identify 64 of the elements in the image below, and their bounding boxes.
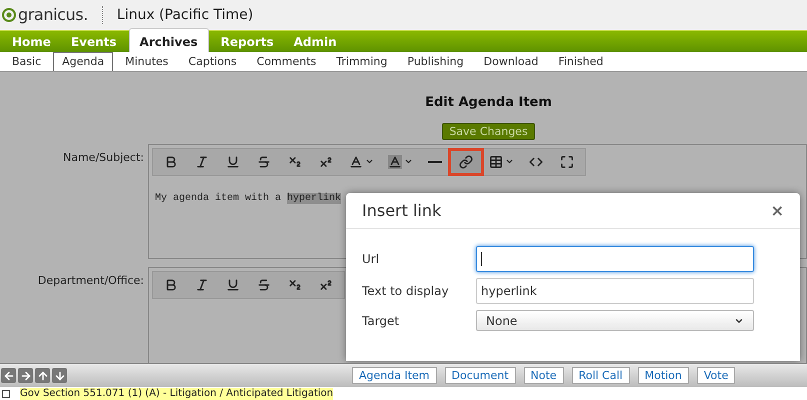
text-input[interactable]: [476, 246, 754, 272]
sub-nav-tab[interactable]: Download: [476, 54, 546, 71]
table-icon: [488, 154, 502, 168]
sub-nav-tab[interactable]: Trimming: [328, 54, 396, 71]
insert-item-button[interactable]: Vote: [696, 367, 736, 384]
code-icon: [529, 154, 543, 168]
insert-item-button[interactable]: Agenda Item: [352, 367, 437, 384]
up-arrow-icon: [36, 370, 48, 382]
agenda-entry-text: Gov Section 551.071 (1) (A) - Litigation / Anticipated Litigation: [20, 388, 334, 400]
down-arrow-icon: [54, 370, 66, 382]
toolbar-button[interactable]: [451, 150, 481, 172]
insert-item-button[interactable]: Motion: [638, 367, 689, 384]
superscript-icon: [319, 278, 333, 292]
sub-nav-tab[interactable]: Captions: [180, 54, 245, 71]
insert-item-button[interactable]: Document: [444, 367, 516, 384]
nav-tab[interactable]: Archives: [128, 28, 209, 52]
italic-icon: [195, 278, 209, 292]
link-icon: [459, 154, 473, 168]
insert-item-button[interactable]: Roll Call: [572, 367, 630, 384]
text-input[interactable]: hyperlink: [476, 278, 754, 304]
superscript-icon: [319, 154, 333, 168]
caret-icon: [364, 157, 374, 166]
logo-text: granicus.: [18, 4, 88, 26]
target-select[interactable]: None: [476, 310, 754, 331]
location-label: Linux (Pacific Time): [116, 6, 254, 24]
sub-nav-tab[interactable]: Finished: [550, 54, 612, 71]
underline-icon: [226, 154, 240, 168]
sub-nav-tab[interactable]: Publishing: [399, 54, 472, 71]
underline-icon: [226, 278, 240, 292]
sub-nav-tab[interactable]: Basic: [4, 54, 50, 71]
italic-icon: [195, 154, 209, 168]
sub-nav-tab[interactable]: Comments: [248, 54, 324, 71]
close-button[interactable]: ×: [770, 198, 784, 222]
sub-nav-tab[interactable]: Agenda: [53, 52, 114, 71]
dialog-title: Insert link: [362, 200, 442, 222]
subscript-icon: [288, 278, 302, 292]
left-arrow-button[interactable]: [1, 368, 16, 383]
highlight-color-icon: [388, 154, 402, 168]
strikethrough-icon: [257, 154, 271, 168]
subscript-icon: [288, 154, 302, 168]
field-label: Name/Subject:: [62, 150, 145, 166]
item-checkbox[interactable]: [2, 390, 10, 398]
field-label: Url: [362, 251, 380, 268]
field-label: Department/Office:: [36, 272, 145, 288]
down-arrow-button[interactable]: [52, 368, 67, 383]
insert-item-button[interactable]: Note: [524, 367, 564, 384]
field-label: Text to display: [362, 283, 450, 300]
caret-icon: [504, 157, 514, 166]
right-arrow-button[interactable]: [18, 368, 33, 383]
fullscreen-icon: [560, 154, 574, 168]
sub-nav-tab[interactable]: Minutes: [117, 54, 176, 71]
logo-icon: [2, 8, 16, 22]
right-arrow-icon: [20, 370, 32, 382]
caret-icon: [404, 157, 412, 166]
text-cursor: [481, 252, 482, 266]
text-color-icon: [348, 154, 362, 168]
up-arrow-button[interactable]: [35, 368, 50, 383]
left-arrow-icon: [2, 370, 14, 382]
bold-icon: [164, 278, 178, 292]
strikethrough-icon: [257, 278, 271, 292]
page-title: Edit Agenda Item: [424, 94, 553, 112]
field-label: Target: [362, 312, 400, 330]
horizontal-rule-icon: [428, 160, 442, 162]
bold-icon: [164, 154, 178, 168]
